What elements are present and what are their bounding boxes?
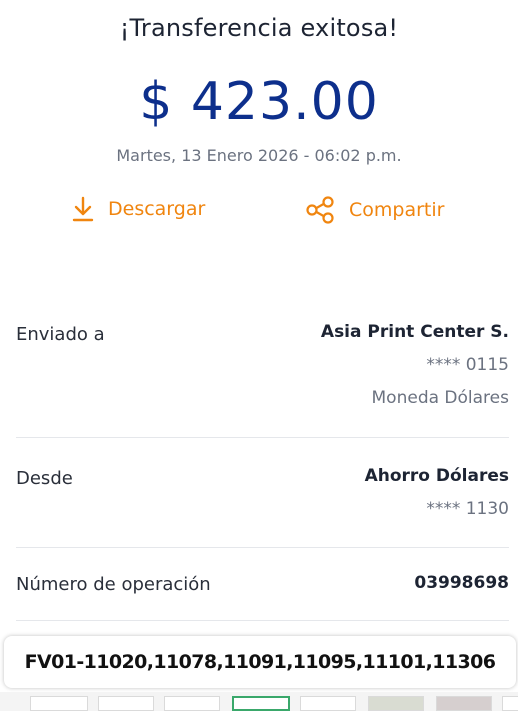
divider (16, 437, 509, 438)
thumbnail[interactable] (368, 696, 424, 711)
reference-note-text: FV01-11020,11078,11091,11095,11101,11306 (24, 651, 496, 673)
receipt-actions: Descargar Compartir (0, 196, 518, 226)
thumbnail[interactable] (164, 696, 220, 711)
recipient-name: Asia Print Center S. (320, 322, 509, 342)
source-account-number: **** 1130 (426, 499, 509, 519)
thumbnail[interactable] (232, 696, 290, 711)
operation-label: Número de operación (16, 574, 211, 595)
thumbnail[interactable] (98, 696, 154, 711)
download-label: Descargar (108, 198, 206, 220)
reference-note: FV01-11020,11078,11091,11095,11101,11306 (4, 636, 516, 688)
source-account-name: Ahorro Dólares (364, 466, 509, 486)
thumbnail[interactable] (30, 696, 88, 711)
thumbnail[interactable] (300, 696, 356, 711)
divider (16, 547, 509, 548)
operation-row: Número de operación 03998698 (16, 573, 509, 603)
thumbnail-strip (0, 692, 518, 711)
sent-to-values: Asia Print Center S. **** 0115 Moneda Dó… (321, 322, 509, 408)
sent-to-row: Enviado a Asia Print Center S. **** 0115… (16, 320, 509, 430)
page-title: ¡Transferencia exitosa! (119, 14, 399, 42)
share-label: Compartir (349, 199, 445, 221)
from-values: Ahorro Dólares **** 1130 (365, 466, 509, 519)
share-icon (305, 196, 335, 224)
from-row: Desde Ahorro Dólares **** 1130 (16, 465, 509, 535)
operation-values: 03998698 (414, 573, 509, 593)
sent-to-label: Enviado a (16, 324, 105, 345)
transfer-amount: $ 423.00 (139, 72, 379, 132)
download-icon (72, 196, 94, 222)
recipient-account: **** 0115 (426, 355, 509, 375)
thumbnail[interactable] (502, 696, 518, 711)
operation-number: 03998698 (414, 573, 509, 593)
divider (16, 620, 509, 621)
share-button[interactable]: Compartir (305, 196, 444, 224)
transfer-receipt-screen: ¡Transferencia exitosa! $ 423.00 Martes,… (0, 0, 518, 711)
thumbnail[interactable] (436, 696, 492, 711)
download-button[interactable]: Descargar (72, 196, 205, 222)
from-label: Desde (16, 468, 73, 489)
recipient-currency: Moneda Dólares (371, 388, 509, 408)
transfer-datetime: Martes, 13 Enero 2026 - 06:02 p.m. (116, 146, 402, 165)
